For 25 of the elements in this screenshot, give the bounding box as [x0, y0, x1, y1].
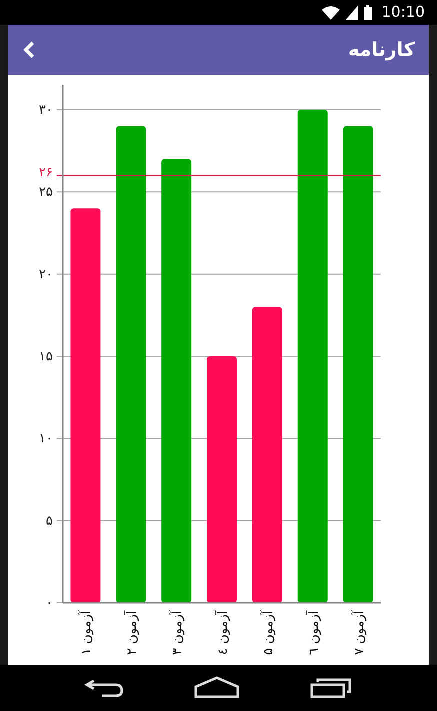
- home-icon[interactable]: [193, 676, 242, 700]
- y-tick-label: ۱۵: [39, 350, 53, 364]
- y-tick-label: ۲۵: [39, 185, 53, 200]
- x-tick-label: آزمون ۷: [352, 611, 368, 656]
- x-tick-label: آزمون ٦: [306, 611, 322, 656]
- clock-time: 10:10: [382, 2, 425, 24]
- page-title: کارنامه: [348, 38, 415, 63]
- x-tick-label: آزمون ۵: [261, 611, 276, 656]
- y-tick-label: ۲۰: [39, 267, 53, 282]
- x-tick-label: آزمون ۳: [170, 611, 186, 656]
- recent-apps-icon[interactable]: [309, 677, 354, 699]
- back-button[interactable]: [22, 41, 36, 59]
- chevron-icon: [22, 41, 36, 59]
- signal-icon: [346, 6, 358, 20]
- battery-icon: [364, 5, 372, 20]
- wifi-icon: [322, 6, 340, 20]
- y-tick-label: ۵: [46, 514, 53, 529]
- y-tick-label: ۱۰: [39, 432, 53, 447]
- back-icon[interactable]: [84, 677, 126, 699]
- x-tick-label: آزمون ۲: [125, 611, 140, 656]
- threshold-label: ۲۶: [39, 166, 53, 181]
- x-tick-label: آزمون ٤: [216, 611, 231, 656]
- y-tick-label: ۰: [46, 596, 53, 611]
- x-tick-label: آزمون ۱: [80, 611, 95, 656]
- y-tick-label: ۳۰: [39, 103, 53, 118]
